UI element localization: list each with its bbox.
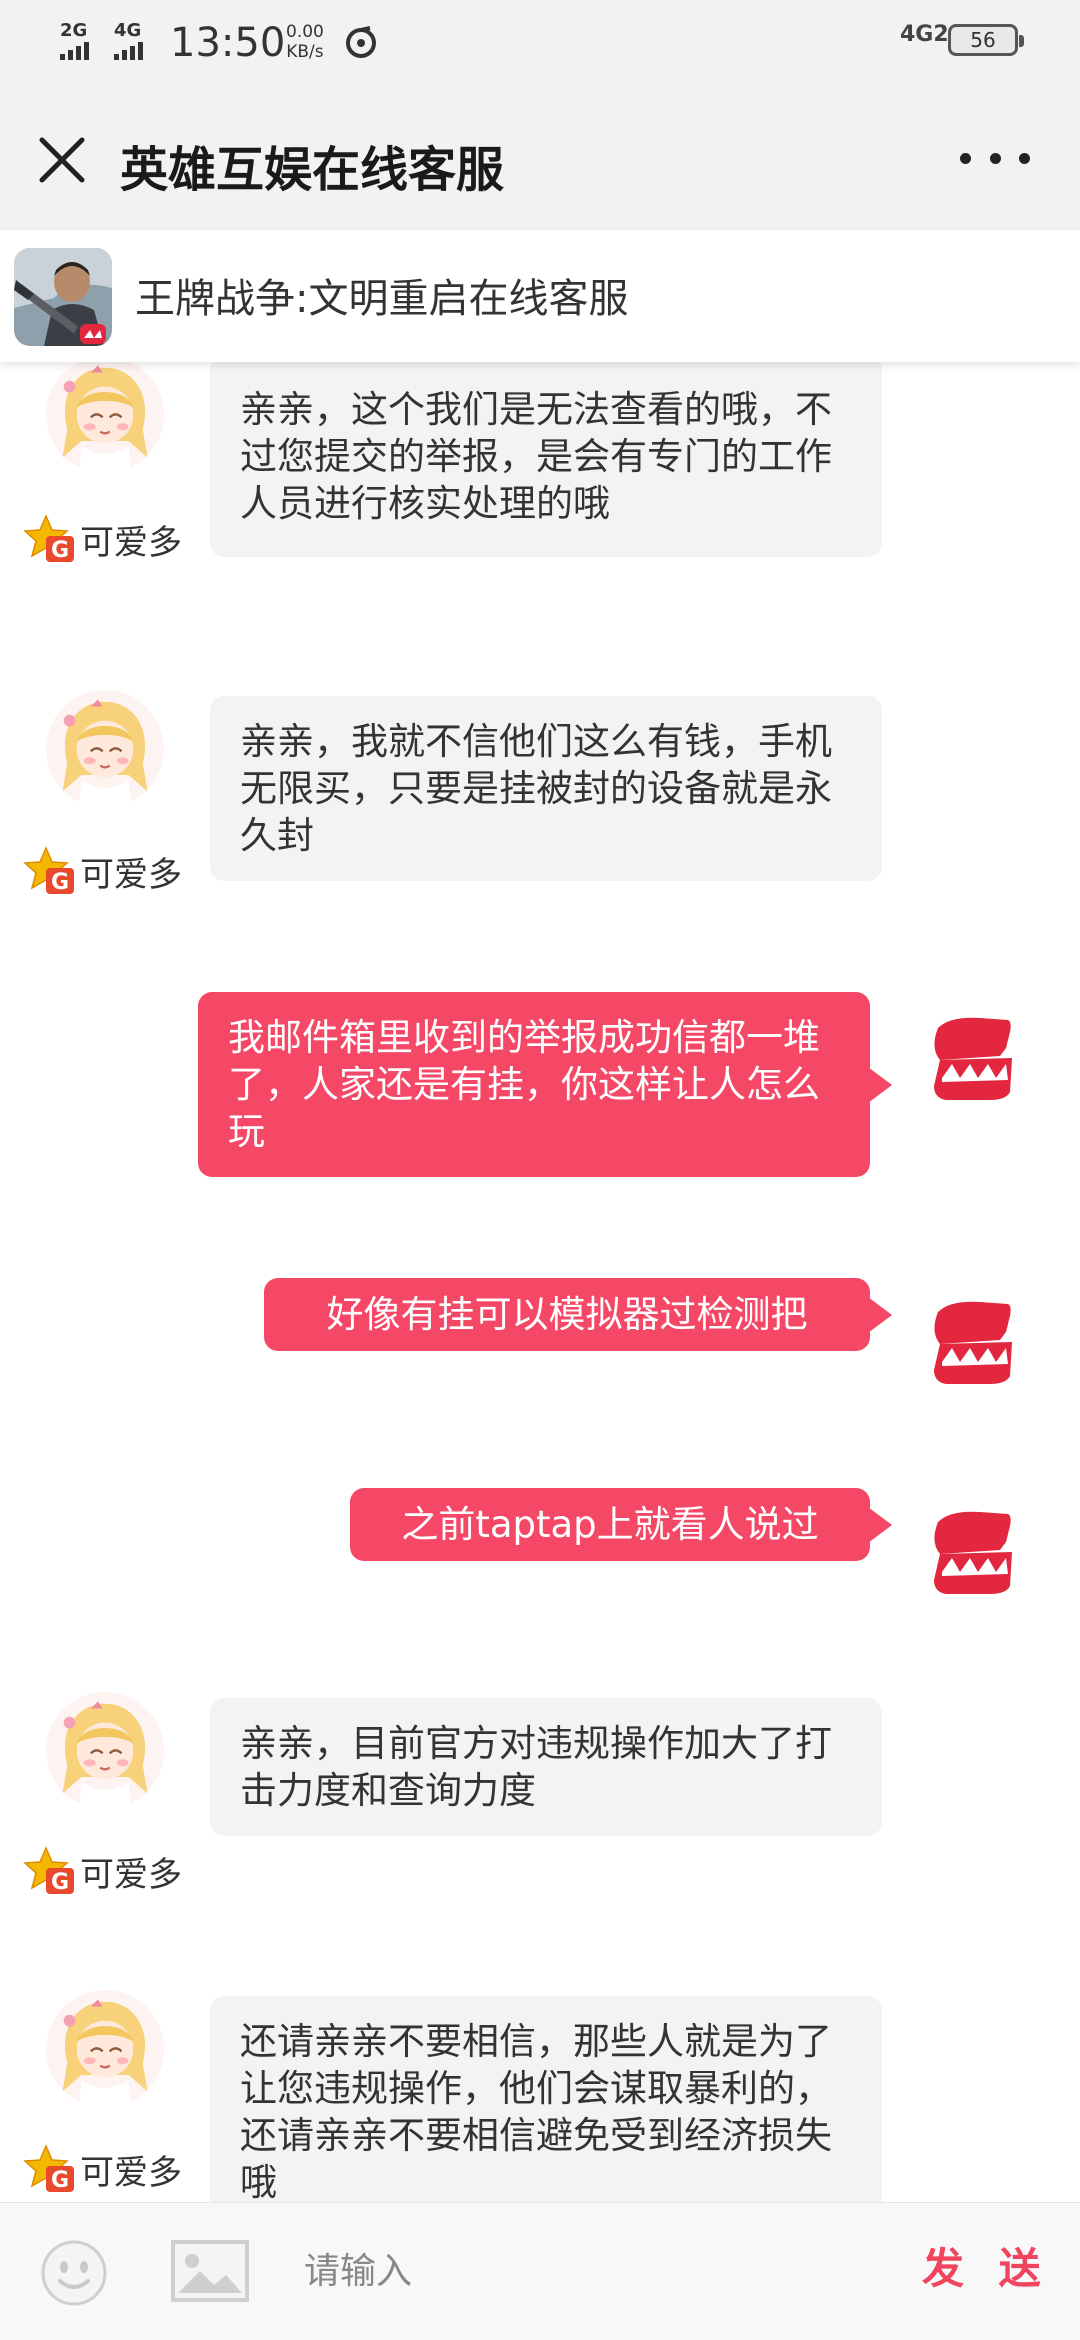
agent-avatar[interactable]: [46, 1990, 164, 2108]
agent-tag: 可爱多: [22, 514, 182, 564]
app-notification-icon: [346, 26, 376, 58]
page-title: 英雄互娱在线客服: [120, 142, 505, 198]
vip-badge-icon: [22, 514, 78, 564]
network-speed-unit: KB/s: [286, 42, 324, 62]
vip-badge-icon: [22, 1846, 78, 1896]
image-icon[interactable]: [170, 2239, 250, 2303]
agent-tag: 可爱多: [22, 2144, 182, 2194]
user-logo-icon[interactable]: [920, 1292, 1020, 1392]
network-type: 4G2: [900, 22, 949, 47]
message-input[interactable]: [280, 2231, 880, 2311]
game-app-icon: [14, 248, 112, 346]
signal-label-1: 2G: [60, 20, 88, 41]
game-service-name: 王牌战争:文明重启在线客服: [135, 276, 629, 322]
user-logo-icon[interactable]: [920, 1502, 1020, 1602]
message-bubble-agent: 亲亲，我就不信他们这么有钱，手机无限买，只要是挂被封的设备就是永久封: [210, 696, 882, 881]
title-bar: 英雄互娱在线客服: [0, 90, 1080, 230]
input-bar: 发 送: [0, 2202, 1080, 2340]
agent-name: 可爱多: [80, 522, 182, 563]
agent-name: 可爱多: [80, 854, 182, 895]
close-icon[interactable]: [30, 128, 94, 192]
message-bubble-agent: 还请亲亲不要相信，那些人就是为了让您违规操作，他们会谋取暴利的，还请亲亲不要相信…: [210, 1996, 882, 2202]
vip-badge-icon: [22, 846, 78, 896]
agent-tag: 可爱多: [22, 1846, 182, 1896]
status-bar: 2G 4G 13:50 0.00 KB/s 4G2 56: [0, 0, 1080, 90]
agent-avatar[interactable]: [46, 690, 164, 808]
signal-bars-icon: [60, 42, 89, 60]
more-icon[interactable]: [960, 138, 1030, 178]
message-bubble-user: 之前taptap上就看人说过: [350, 1488, 892, 1561]
agent-tag: 可爱多: [22, 846, 182, 896]
message-bubble-agent: 亲亲，这个我们是无法查看的哦，不过您提交的举报，是会有专门的工作人员进行核实处理…: [210, 362, 882, 557]
signal-bars-icon: [114, 42, 143, 60]
emoji-icon[interactable]: [40, 2239, 108, 2307]
agent-avatar[interactable]: [46, 1692, 164, 1810]
message-bubble-user: 好像有挂可以模拟器过检测把: [264, 1278, 892, 1351]
network-speed-value: 0.00: [286, 22, 324, 42]
agent-name: 可爱多: [80, 1854, 182, 1895]
status-time: 13:50: [170, 20, 286, 66]
agent-name: 可爱多: [80, 2152, 182, 2193]
battery-level: 56: [970, 28, 996, 52]
user-logo-icon[interactable]: [920, 1008, 1020, 1108]
agent-avatar[interactable]: [46, 362, 164, 474]
game-header[interactable]: 王牌战争:文明重启在线客服: [0, 230, 1080, 362]
message-bubble-agent: 亲亲，目前官方对违规操作加大了打击力度和查询力度: [210, 1698, 882, 1836]
signal-label-2: 4G: [114, 20, 142, 41]
message-bubble-user: 我邮件箱里收到的举报成功信都一堆了，人家还是有挂，你这样让人怎么玩: [198, 992, 892, 1177]
chat-area[interactable]: 可爱多 亲亲，这个我们是无法查看的哦，不过您提交的举报，是会有专门的工作人员进行…: [0, 362, 1080, 2202]
network-speed: 0.00 KB/s: [286, 22, 324, 62]
vip-badge-icon: [22, 2144, 78, 2194]
send-button[interactable]: 发 送: [922, 2235, 1051, 2296]
battery-icon: 56: [948, 24, 1024, 56]
